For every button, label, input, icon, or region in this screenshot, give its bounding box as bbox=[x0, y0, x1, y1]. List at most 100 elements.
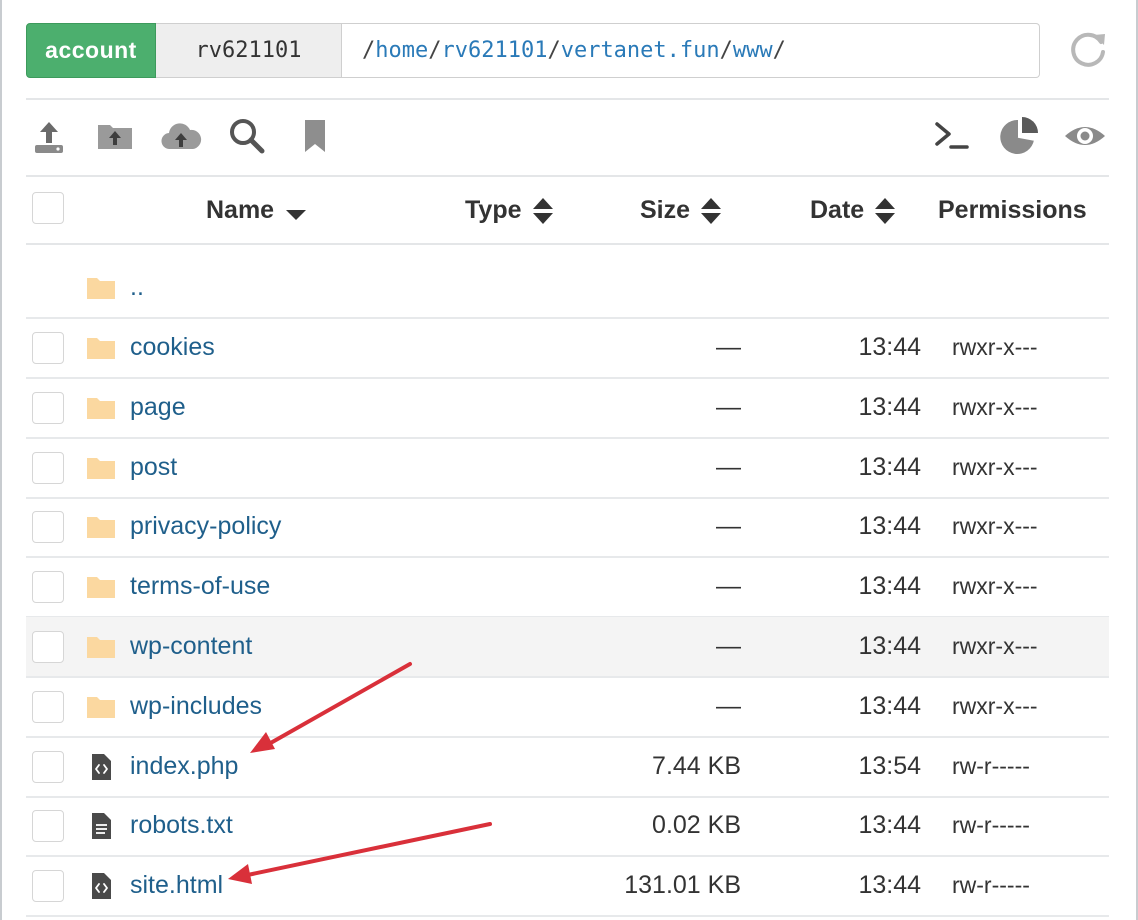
sort-icon bbox=[532, 197, 553, 224]
file-name-link[interactable]: privacy-policy bbox=[130, 497, 281, 556]
column-label-type: Type bbox=[465, 196, 522, 224]
file-name-link[interactable]: robots.txt bbox=[130, 796, 233, 855]
path-input[interactable]: / home / rv621101/vertanet.fun / www / bbox=[342, 23, 1040, 78]
code-file-icon bbox=[86, 752, 116, 782]
divider bbox=[26, 243, 1109, 245]
file-size: 0.02 KB bbox=[652, 811, 741, 839]
search-icon[interactable] bbox=[225, 114, 269, 158]
bookmark-icon[interactable] bbox=[293, 114, 337, 158]
row-checkbox[interactable] bbox=[32, 810, 64, 842]
table-row[interactable]: privacy-policy — 13:44 rwxr-x--- bbox=[26, 497, 1109, 558]
folder-icon bbox=[86, 512, 116, 542]
path-segment-domain[interactable]: vertanet.fun bbox=[561, 38, 720, 63]
file-size: 131.01 KB bbox=[624, 871, 741, 899]
file-name-link[interactable]: terms-of-use bbox=[130, 557, 270, 616]
column-label-date: Date bbox=[810, 196, 865, 224]
column-header-type[interactable]: Type bbox=[465, 177, 554, 244]
row-checkbox[interactable] bbox=[32, 631, 64, 663]
column-label-size: Size bbox=[640, 196, 691, 224]
path-separator: / bbox=[719, 38, 733, 63]
file-size: — bbox=[716, 453, 741, 481]
divider bbox=[26, 98, 1109, 100]
file-date: 13:44 bbox=[858, 333, 921, 361]
file-name-link[interactable]: index.php bbox=[130, 737, 238, 796]
folder-icon bbox=[86, 692, 116, 722]
folder-icon bbox=[86, 572, 116, 602]
path-bar: account rv621101 /home / rv621101/vertanet… bbox=[26, 23, 1040, 78]
account-button[interactable]: account bbox=[26, 23, 156, 78]
file-date: 13:44 bbox=[858, 811, 921, 839]
parent-directory-row[interactable]: .. bbox=[26, 258, 1109, 319]
row-checkbox[interactable] bbox=[32, 571, 64, 603]
row-checkbox[interactable] bbox=[32, 870, 64, 902]
path-separator: / bbox=[772, 38, 786, 63]
file-permissions[interactable]: rw-r----- bbox=[952, 796, 1030, 855]
eye-icon[interactable] bbox=[1063, 114, 1107, 158]
column-header-date[interactable]: Date bbox=[810, 177, 896, 244]
file-permissions[interactable]: rwxr-x--- bbox=[952, 677, 1038, 736]
file-permissions[interactable]: rw-r----- bbox=[952, 856, 1030, 915]
row-checkbox[interactable] bbox=[32, 691, 64, 723]
folder-icon bbox=[86, 273, 116, 303]
folder-icon bbox=[86, 393, 116, 423]
file-size: — bbox=[716, 512, 741, 540]
table-row[interactable]: cookies — 13:44 rwxr-x--- bbox=[26, 318, 1109, 379]
upload-folder-icon[interactable] bbox=[93, 114, 137, 158]
file-date: 13:54 bbox=[858, 752, 921, 780]
refresh-icon[interactable] bbox=[1066, 28, 1110, 72]
text-file-icon bbox=[86, 811, 116, 841]
column-label-name: Name bbox=[206, 196, 275, 224]
file-permissions[interactable]: rwxr-x--- bbox=[952, 378, 1038, 437]
path-segment-home[interactable]: home bbox=[375, 38, 428, 63]
code-file-icon bbox=[86, 871, 116, 901]
file-name-link[interactable]: post bbox=[130, 438, 177, 497]
file-name-link[interactable]: cookies bbox=[130, 318, 215, 377]
file-name-link[interactable]: wp-includes bbox=[130, 677, 262, 736]
file-permissions[interactable]: rwxr-x--- bbox=[952, 318, 1038, 377]
sort-icon bbox=[701, 197, 722, 224]
table-header: Name Type Size Date Permissions bbox=[26, 177, 1109, 244]
disk-usage-icon[interactable] bbox=[998, 114, 1042, 158]
select-all-checkbox[interactable] bbox=[32, 192, 64, 224]
file-size: — bbox=[716, 572, 741, 600]
table-row[interactable]: robots.txt 0.02 KB 13:44 rw-r----- bbox=[26, 796, 1109, 857]
file-permissions[interactable]: rwxr-x--- bbox=[952, 557, 1038, 616]
table-row[interactable]: wp-includes — 13:44 rwxr-x--- bbox=[26, 677, 1109, 738]
terminal-icon[interactable] bbox=[930, 114, 974, 158]
table-row[interactable]: wp-content — 13:44 rwxr-x--- bbox=[26, 617, 1109, 678]
table-row[interactable]: index.php 7.44 KB 13:54 rw-r----- bbox=[26, 737, 1109, 798]
folder-icon bbox=[86, 453, 116, 483]
column-header-size[interactable]: Size bbox=[640, 177, 722, 244]
file-permissions[interactable]: rwxr-x--- bbox=[952, 497, 1038, 556]
table-row[interactable]: page — 13:44 rwxr-x--- bbox=[26, 378, 1109, 439]
file-permissions[interactable]: rwxr-x--- bbox=[952, 617, 1038, 676]
file-date: 13:44 bbox=[858, 572, 921, 600]
row-checkbox[interactable] bbox=[32, 392, 64, 424]
table-row[interactable]: site.html 131.01 KB 13:44 rw-r----- bbox=[26, 856, 1109, 917]
file-date: 13:44 bbox=[858, 512, 921, 540]
row-checkbox[interactable] bbox=[32, 511, 64, 543]
parent-directory-link[interactable]: .. bbox=[130, 258, 144, 317]
file-permissions[interactable]: rwxr-x--- bbox=[952, 438, 1038, 497]
file-name-link[interactable]: site.html bbox=[130, 856, 223, 915]
cloud-upload-icon[interactable] bbox=[159, 114, 203, 158]
table-row[interactable]: terms-of-use — 13:44 rwxr-x--- bbox=[26, 557, 1109, 618]
path-separator: / bbox=[547, 38, 561, 63]
column-header-name[interactable]: Name bbox=[206, 177, 308, 244]
table-row[interactable]: post — 13:44 rwxr-x--- bbox=[26, 438, 1109, 499]
column-label-permissions: Permissions bbox=[938, 196, 1087, 224]
upload-icon[interactable] bbox=[27, 114, 71, 158]
path-segment-www[interactable]: www bbox=[733, 38, 773, 63]
file-name-link[interactable]: page bbox=[130, 378, 186, 437]
row-checkbox[interactable] bbox=[32, 452, 64, 484]
path-separator: / bbox=[362, 38, 376, 63]
file-date: 13:44 bbox=[858, 871, 921, 899]
user-segment[interactable]: rv621101 bbox=[156, 23, 342, 78]
row-checkbox[interactable] bbox=[32, 751, 64, 783]
file-permissions[interactable]: rw-r----- bbox=[952, 737, 1030, 796]
path-segment-user[interactable]: rv621101 bbox=[441, 38, 547, 63]
column-header-permissions[interactable]: Permissions bbox=[938, 177, 1087, 244]
file-name-link[interactable]: wp-content bbox=[130, 617, 252, 676]
row-checkbox[interactable] bbox=[32, 332, 64, 364]
file-size: — bbox=[716, 692, 741, 720]
